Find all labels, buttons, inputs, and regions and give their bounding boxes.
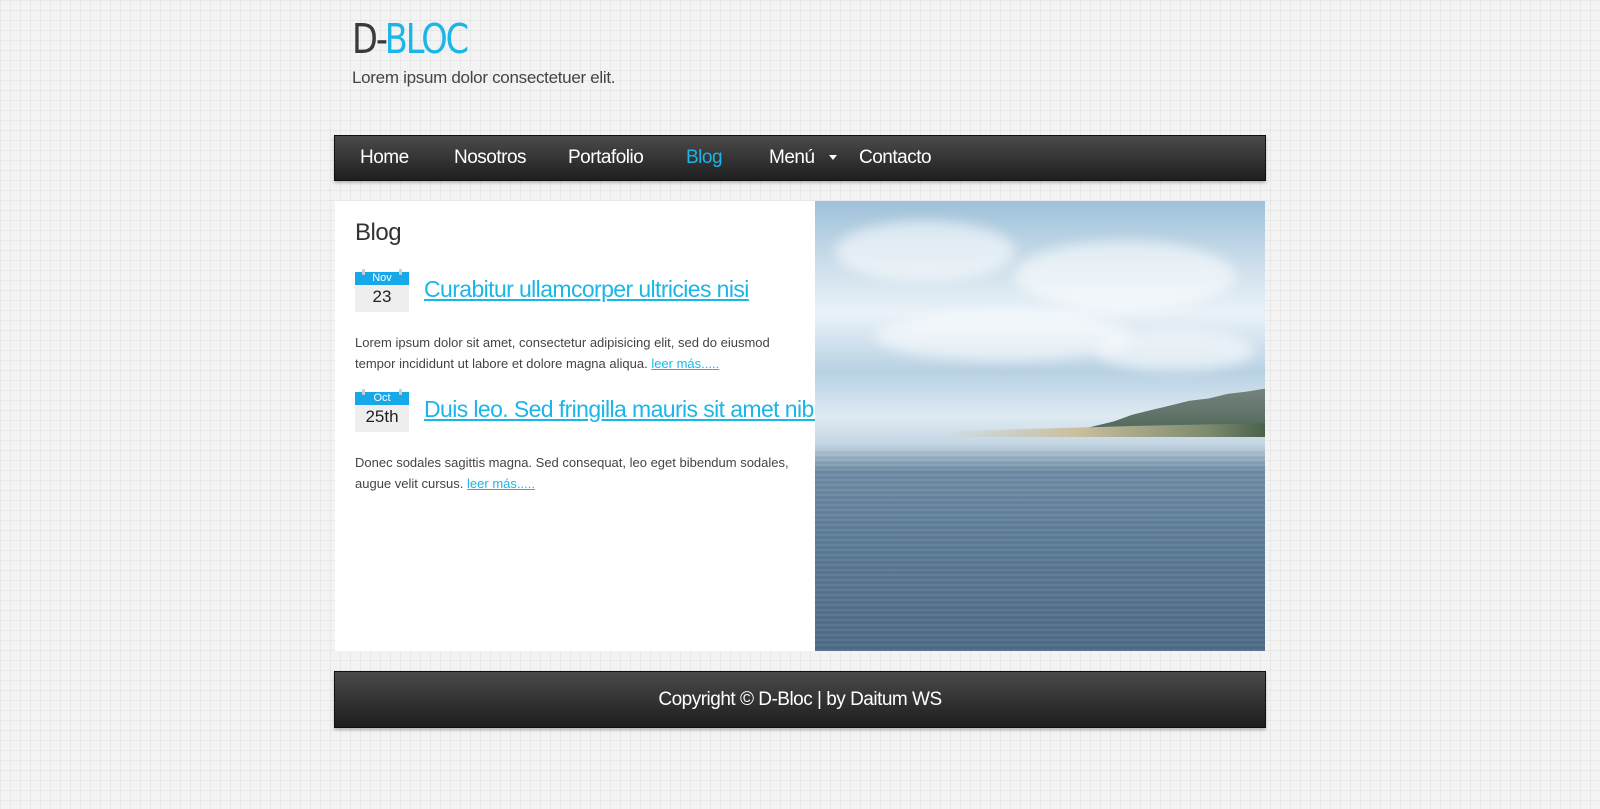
cloud-shape <box>835 221 1015 281</box>
nav-item-home[interactable]: Home <box>360 136 409 180</box>
calendar-icon: Nov 23 <box>355 269 409 312</box>
post-title-link[interactable]: Curabitur ullamcorper ultricies nisi <box>424 276 749 303</box>
nav-item-menu-label: Menú <box>769 147 815 168</box>
read-more-link[interactable]: leer más..... <box>467 476 535 491</box>
nav-item-blog[interactable]: Blog <box>686 136 723 180</box>
caret-down-icon <box>828 155 837 161</box>
page-title: Blog <box>355 219 402 246</box>
logo-prefix: D- <box>352 15 387 63</box>
post-date-month: Oct <box>355 389 409 405</box>
nav-item-nosotros[interactable]: Nosotros <box>454 136 527 180</box>
site-header: D-BLOC Lorem ipsum dolor consectetuer el… <box>352 14 616 88</box>
post-excerpt: Donec sodales sagittis magna. Sed conseq… <box>355 452 795 494</box>
logo-brand: BLOC <box>384 15 469 63</box>
post-date-day: 25th <box>365 407 399 426</box>
site-logo[interactable]: D-BLOC <box>352 14 568 64</box>
footer-copyright: Copyright © D-Bloc | by Daitum WS <box>658 689 942 710</box>
cloud-shape <box>1095 331 1255 371</box>
post-excerpt-text: Donec sodales sagittis magna. Sed conseq… <box>355 455 789 491</box>
site-footer: Copyright © D-Bloc | by Daitum WS <box>334 671 1266 728</box>
nav-item-portafolio[interactable]: Portafolio <box>568 136 644 180</box>
post-date-month: Nov <box>355 269 409 285</box>
sea-photo <box>815 201 1265 651</box>
main-nav: Home Nosotros Portafolio Blog Menú Conta… <box>334 135 1266 181</box>
nav-item-contacto[interactable]: Contacto <box>859 136 932 180</box>
blog-section: Blog Nov 23 Curabitur ullamcorper ultric… <box>335 201 826 651</box>
post-title-link[interactable]: Duis leo. Sed fringilla mauris sit amet … <box>424 396 826 423</box>
post-date-day: 23 <box>372 287 392 306</box>
cloud-shape <box>1015 241 1235 311</box>
post-excerpt: Lorem ipsum dolor sit amet, consectetur … <box>355 332 795 374</box>
nav-item-menu[interactable]: Menú <box>769 136 837 180</box>
read-more-link[interactable]: leer más..... <box>651 356 719 371</box>
calendar-icon: Oct 25th <box>355 389 409 432</box>
site-tagline: Lorem ipsum dolor consectetuer elit. <box>352 68 616 87</box>
sea-water <box>815 451 1265 651</box>
